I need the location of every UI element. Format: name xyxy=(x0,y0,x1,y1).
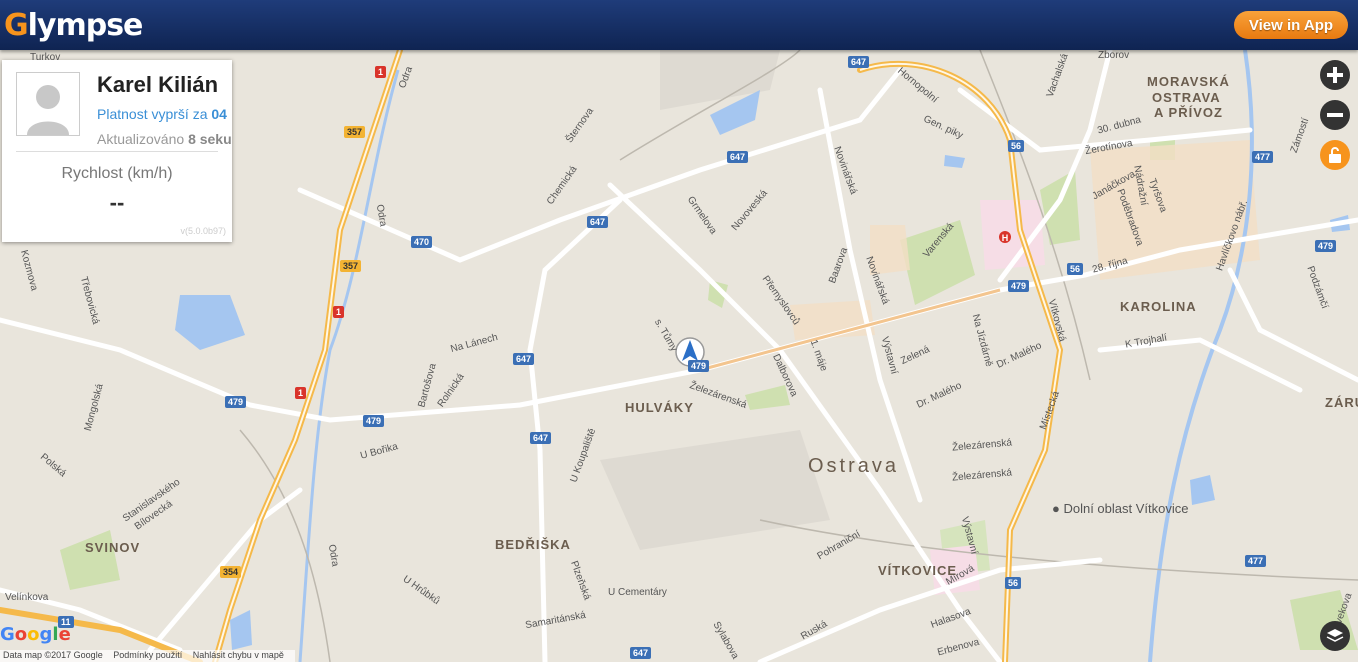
expiry-value: 04 xyxy=(211,106,227,122)
area-label-hulvaky: HULVÁKY xyxy=(625,400,694,415)
road-shield: 477 xyxy=(1252,151,1274,163)
speed-label: Rychlost (km/h) xyxy=(61,165,173,182)
poi-name: Dolní oblast Vítkovice xyxy=(1063,501,1189,516)
updated-value: 8 seku xyxy=(188,131,232,147)
view-in-app-button[interactable]: View in App xyxy=(1234,11,1348,39)
updated-prefix: Aktualizováno xyxy=(97,131,185,147)
road-shield: 477 xyxy=(1245,555,1267,567)
zoom-in-button[interactable] xyxy=(1320,60,1350,90)
road-shield: 647 xyxy=(848,56,870,68)
unlock-icon xyxy=(1329,147,1341,163)
area-label-moravska: MORAVSKÁ xyxy=(1147,74,1230,89)
zoom-out-button[interactable] xyxy=(1320,100,1350,130)
updated-text: Aktualizováno 8 seku xyxy=(97,131,232,147)
road-shield: 1 xyxy=(333,306,345,318)
area-label-bedriska: BEDŘIŠKA xyxy=(495,537,571,552)
road-shield: 1 xyxy=(375,66,387,78)
road-shield: 1 xyxy=(295,387,307,399)
panel-divider xyxy=(16,151,218,152)
road-shield: 479 xyxy=(1315,240,1337,252)
area-label-zaru: ZÁRU xyxy=(1325,395,1358,410)
road-shield: 647 xyxy=(530,432,552,444)
terms-link[interactable]: Podmínky použití xyxy=(113,650,182,660)
road-shield: 479 xyxy=(1008,280,1030,292)
street-label: U Cementáry xyxy=(608,587,667,598)
svg-text:H: H xyxy=(1002,233,1009,243)
road-shield: 56 xyxy=(1008,140,1025,152)
avatar xyxy=(16,72,80,136)
report-error-link[interactable]: Nahlásit chybu v mapě xyxy=(193,650,284,660)
area-label-privoz: A PŘÍVOZ xyxy=(1154,105,1223,120)
road-shield: 470 xyxy=(411,236,433,248)
speed-value: -- xyxy=(109,190,125,215)
area-label-vitkovice: VÍTKOVICE xyxy=(878,563,958,578)
area-label-karolina: KAROLINA xyxy=(1120,299,1197,314)
user-name: Karel Kilián xyxy=(97,72,219,97)
road-shield: 357 xyxy=(340,260,362,272)
user-info-panel: Karel Kilián Platnost vyprší za 04 Aktua… xyxy=(2,60,232,242)
road-shield: 479 xyxy=(363,415,385,427)
road-shield: 56 xyxy=(1067,263,1084,275)
street-label: Zborov xyxy=(1098,50,1130,61)
city-label: Ostrava xyxy=(808,455,900,477)
area-label-svinov: SVINOV xyxy=(85,540,141,555)
minus-icon xyxy=(1327,113,1343,117)
expiry-prefix: Platnost vyprší za xyxy=(97,106,208,122)
road-shield: 647 xyxy=(630,647,652,659)
area-label-ostrava: OSTRAVA xyxy=(1152,90,1221,105)
road-shield: 647 xyxy=(513,353,535,365)
lock-button[interactable] xyxy=(1320,140,1350,170)
plus-icon xyxy=(1327,67,1343,83)
road-shield: 357 xyxy=(344,126,366,138)
map-attribution: Data map ©2017 Google Podmínky použití N… xyxy=(0,650,295,662)
map-data-text: Data map ©2017 Google xyxy=(3,650,103,660)
expiry-text: Platnost vyprší za 04 xyxy=(97,106,227,122)
road-shield: 647 xyxy=(587,216,609,228)
google-logo[interactable]: Google xyxy=(0,624,71,645)
street-label: Velínkova xyxy=(5,592,49,603)
road-shield: 354 xyxy=(220,566,242,578)
version-label: v(5.0.0b97) xyxy=(180,226,226,236)
road-shield: 647 xyxy=(727,151,749,163)
glympse-logo[interactable]: Glympse xyxy=(4,6,143,44)
road-shield: 479 xyxy=(688,360,710,372)
road-shield: 479 xyxy=(225,396,247,408)
poi-label[interactable]: ● Dolní oblast Vítkovice xyxy=(1052,501,1188,516)
app-header: Glympse View in App xyxy=(0,0,1358,50)
layers-icon xyxy=(1326,629,1344,642)
user-silhouette-icon xyxy=(17,73,79,135)
layers-button[interactable] xyxy=(1320,621,1350,651)
road-shield: 56 xyxy=(1005,577,1022,589)
